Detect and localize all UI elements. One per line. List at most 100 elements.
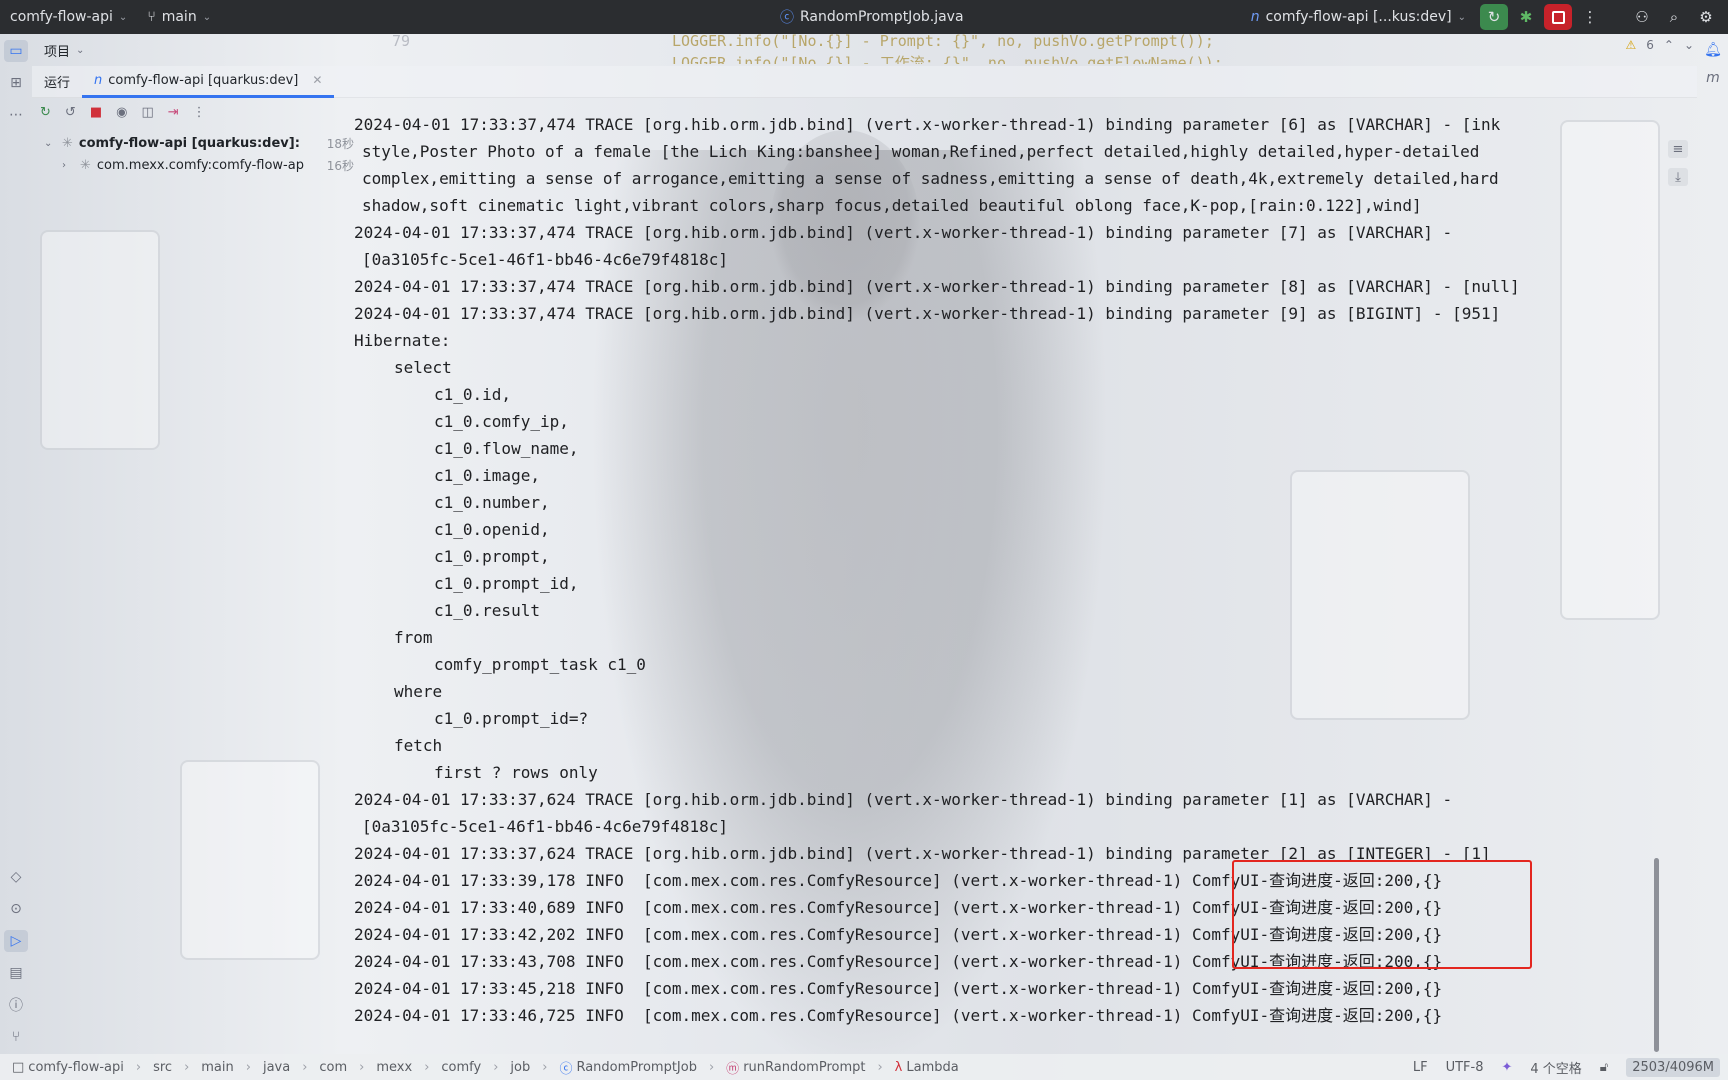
method-icon: ⓜ bbox=[726, 1061, 740, 1077]
eye-icon[interactable]: ◉ bbox=[116, 105, 127, 120]
exit-icon[interactable]: ⇥ bbox=[168, 105, 179, 120]
console-line: [0a3105fc-5ce1-46f1-bb46-4c6e79f4818c] bbox=[362, 250, 729, 269]
chevron-down-icon: ⌄ bbox=[1457, 11, 1466, 23]
console-line: from bbox=[394, 628, 433, 647]
tab-run-config[interactable]: n comfy-flow-api [quarkus:dev] ✕ bbox=[82, 66, 335, 98]
rerun-failed-icon[interactable]: ↺ bbox=[65, 105, 76, 120]
status-bar: □ comfy-flow-api › src › main › java › com › mexx › c… bbox=[0, 1054, 1728, 1080]
branch-switcher[interactable]: ⑂ main ⌄ bbox=[137, 0, 221, 34]
camera-icon[interactable]: ◫ bbox=[141, 105, 153, 120]
layers-icon[interactable]: ◇ bbox=[4, 866, 28, 888]
rerun-icon[interactable]: ↻ bbox=[40, 105, 51, 120]
code-line: LOGGER.info("[No.{}] - Prompt: {}", no, … bbox=[672, 34, 1214, 50]
tree-item-label: com.mexx.comfy:comfy-flow-ap bbox=[96, 157, 304, 173]
console-line: style,Poster Photo of a female [the Lich… bbox=[362, 142, 1480, 161]
add-user-icon[interactable]: ⚇ bbox=[1628, 4, 1656, 30]
warning-icon[interactable]: ⚠ bbox=[1625, 38, 1636, 52]
rerun-button[interactable]: ↻ bbox=[1480, 4, 1508, 30]
breadcrumb-separator: › bbox=[708, 1059, 715, 1075]
class-icon: ⓒ bbox=[559, 1061, 573, 1077]
stop-button[interactable] bbox=[1544, 4, 1572, 30]
git-icon[interactable]: ⑂ bbox=[4, 1026, 28, 1048]
breadcrumb-separator: › bbox=[493, 1059, 499, 1075]
ai-icon[interactable]: ✦ bbox=[1501, 1060, 1512, 1075]
breadcrumb-item[interactable]: src bbox=[153, 1060, 172, 1075]
breadcrumb-item[interactable]: Lambda bbox=[906, 1060, 958, 1075]
console-line: [0a3105fc-5ce1-46f1-bb46-4c6e79f4818c] bbox=[362, 817, 729, 836]
run-tab-label: comfy-flow-api [quarkus:dev] bbox=[108, 72, 299, 88]
scroll-to-end-icon[interactable]: ⤓ bbox=[1668, 168, 1688, 186]
more-tools-icon[interactable]: ⋯ bbox=[4, 104, 28, 126]
console-line: 2024-04-01 17:33:37,474 TRACE [org.hib.o… bbox=[354, 277, 1520, 296]
branch-name: main bbox=[161, 9, 197, 25]
lock-icon[interactable]: 🔓︎ bbox=[1600, 1060, 1608, 1075]
editor-area: 79 LOGGER.info("[No.{}] - Prompt: {}", n… bbox=[332, 34, 1697, 64]
breadcrumb-item[interactable]: main bbox=[201, 1060, 233, 1075]
breadcrumb-item[interactable]: comfy-flow-api bbox=[28, 1060, 124, 1075]
run-tree: ⌄ ✳ comfy-flow-api [quarkus:dev]: 18秒 › … bbox=[44, 132, 354, 176]
console-tools: ≡ ⤓ bbox=[1668, 140, 1688, 186]
chevron-down-icon: ⌄ bbox=[202, 11, 212, 23]
breadcrumb-item[interactable]: comfy bbox=[441, 1060, 481, 1075]
console-line: fetch bbox=[394, 736, 443, 755]
indent[interactable]: 4 个空格 bbox=[1530, 1058, 1581, 1077]
breadcrumb-item[interactable]: mexx bbox=[376, 1060, 412, 1075]
breadcrumb-separator: › bbox=[359, 1059, 365, 1075]
soft-wrap-icon[interactable]: ≡ bbox=[1668, 140, 1688, 158]
breadcrumb-item[interactable]: job bbox=[510, 1060, 530, 1075]
line-separator[interactable]: LF bbox=[1413, 1060, 1428, 1075]
problems-icon[interactable]: ⓘ bbox=[4, 994, 28, 1016]
console-scrollbar[interactable] bbox=[1654, 858, 1659, 1052]
console-line: c1_0.prompt, bbox=[434, 547, 550, 566]
run-config-selector[interactable]: n comfy-flow-api [...kus:dev] ⌄ bbox=[1241, 0, 1476, 34]
tree-item-child[interactable]: › ✳ com.mexx.comfy:comfy-flow-ap 16秒 bbox=[44, 154, 354, 176]
chevron-down-icon[interactable]: ⌄ bbox=[44, 138, 56, 149]
breadcrumb-separator: › bbox=[877, 1059, 883, 1075]
quarkus-icon: n bbox=[1250, 9, 1260, 25]
right-tool-strip: 🔔︎ m bbox=[1698, 34, 1728, 1054]
run-panel-title: 运行 bbox=[44, 76, 71, 91]
close-icon[interactable]: ✕ bbox=[312, 73, 322, 87]
more-icon[interactable]: ⋮ bbox=[193, 105, 206, 120]
run-icon[interactable]: ▷ bbox=[4, 930, 28, 952]
console-line: 2024-04-01 17:33:37,624 TRACE [org.hib.o… bbox=[354, 790, 1453, 809]
chevron-down-icon[interactable]: ⌄ bbox=[1684, 38, 1694, 52]
file-name: RandomPromptJob.java bbox=[800, 9, 964, 25]
breadcrumb-item[interactable]: com bbox=[319, 1060, 347, 1075]
debug-button[interactable]: ✱ bbox=[1512, 4, 1540, 30]
breadcrumb-separator: › bbox=[135, 1059, 142, 1075]
console-line: 2024-04-01 17:33:46,725 INFO [com.mex.co… bbox=[354, 1006, 1443, 1025]
tree-item-root[interactable]: ⌄ ✳ comfy-flow-api [quarkus:dev]: 18秒 bbox=[44, 132, 354, 154]
project-panel-title: 项目 bbox=[44, 44, 71, 60]
structure-icon[interactable]: ⊞ bbox=[4, 72, 28, 94]
stop-icon[interactable]: ■ bbox=[90, 105, 102, 120]
chevron-down-icon: ⌄ bbox=[118, 11, 128, 23]
project-switcher[interactable]: comfy-flow-api ⌄ bbox=[0, 0, 137, 34]
project-panel-header[interactable]: 项目 ⌄ bbox=[32, 34, 332, 66]
console-line: c1_0.number, bbox=[434, 493, 550, 512]
quarkus-icon: n bbox=[94, 72, 103, 88]
chevron-up-icon[interactable]: ⌃ bbox=[1664, 38, 1674, 52]
search-icon[interactable]: ⌕ bbox=[1660, 4, 1688, 30]
spinner-icon: ✳ bbox=[62, 135, 73, 151]
folder-icon[interactable]: ▭ bbox=[4, 40, 28, 62]
breadcrumb-item[interactable]: RandomPromptJob bbox=[576, 1060, 697, 1075]
notifications-icon[interactable]: 🔔︎ bbox=[1704, 42, 1722, 58]
console-line: 2024-04-01 17:33:37,474 TRACE [org.hib.o… bbox=[354, 304, 1501, 323]
console-line: c1_0.prompt_id, bbox=[434, 574, 579, 593]
run-panel-header: 运行 n comfy-flow-api [quarkus:dev] ✕ bbox=[32, 66, 1697, 98]
memory-indicator[interactable]: 2503/4096M bbox=[1626, 1057, 1720, 1077]
chevron-right-icon[interactable]: › bbox=[62, 160, 74, 171]
encoding[interactable]: UTF-8 bbox=[1446, 1060, 1484, 1075]
services-icon[interactable]: ⊙ bbox=[4, 898, 28, 920]
terminal-icon[interactable]: ▤ bbox=[4, 962, 28, 984]
run-toolbar: ↻ ↺ ■ ◉ ◫ ⇥ ⋮ bbox=[32, 100, 206, 124]
breadcrumb-item[interactable]: runRandomPrompt bbox=[743, 1060, 865, 1075]
tree-item-time: 18秒 bbox=[326, 136, 354, 151]
maven-icon[interactable]: m bbox=[1706, 70, 1720, 86]
spinner-icon: ✳ bbox=[80, 157, 91, 173]
more-icon[interactable]: ⋮ bbox=[1576, 4, 1604, 30]
settings-icon[interactable]: ⚙ bbox=[1692, 4, 1720, 30]
breadcrumb-item[interactable]: java bbox=[263, 1060, 290, 1075]
console-line: c1_0.result bbox=[434, 601, 540, 620]
